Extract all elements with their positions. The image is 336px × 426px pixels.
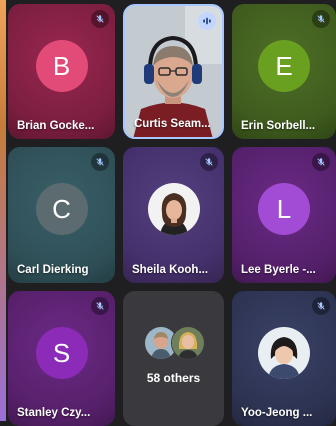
audio-level-icon: [198, 12, 216, 30]
participant-name: Erin Sorbell...: [241, 120, 316, 132]
participant-name: Carl Dierking: [17, 264, 89, 276]
others-avatar-stack: [143, 326, 205, 360]
window-edge-accent: [0, 0, 6, 421]
participant-name: Sheila Kooh...: [132, 264, 209, 276]
avatar-photo: [258, 327, 310, 379]
avatar: S: [35, 327, 88, 379]
avatar: C: [35, 183, 88, 235]
mic-off-icon: [312, 297, 330, 315]
participant-tile-erin[interactable]: E Erin Sorbell...: [232, 4, 336, 139]
avatar-photo: [170, 326, 205, 360]
avatar: L: [258, 183, 310, 235]
mic-off-icon: [312, 10, 330, 28]
avatar-photo: [147, 183, 200, 235]
avatar-initial: E: [275, 50, 293, 81]
participant-grid: B Brian Gocke... Curtis Seam... E Erin S…: [8, 4, 336, 426]
participant-name: Yoo-Jeong ...: [241, 407, 313, 419]
participant-tile-curtis[interactable]: Curtis Seam...: [123, 4, 224, 139]
mic-off-icon: [91, 153, 109, 171]
participant-tile-carl[interactable]: C Carl Dierking: [8, 147, 115, 283]
mic-off-icon: [312, 153, 330, 171]
avatar-initial: L: [276, 193, 292, 224]
participant-tile-stanley[interactable]: S Stanley Czy...: [8, 291, 115, 426]
avatar: E: [258, 40, 310, 92]
mic-off-icon: [91, 297, 109, 315]
avatar-initial: C: [52, 193, 71, 224]
avatar: B: [35, 40, 88, 92]
participant-name: Brian Gocke...: [17, 120, 95, 132]
participant-tile-brian[interactable]: B Brian Gocke...: [8, 4, 115, 139]
participant-tile-lee[interactable]: L Lee Byerle -...: [232, 147, 336, 283]
others-count-label: 58 others: [146, 371, 201, 385]
participant-tile-yoo-jeong[interactable]: Yoo-Jeong ...: [232, 291, 336, 426]
avatar-initial: B: [52, 50, 71, 81]
mic-off-icon: [200, 153, 218, 171]
participant-name: Stanley Czy...: [17, 407, 91, 419]
participant-name: Curtis Seam...: [134, 118, 211, 130]
participant-tile-sheila[interactable]: Sheila Kooh...: [123, 147, 224, 283]
others-tile[interactable]: 58 others: [123, 291, 224, 426]
mic-off-icon: [91, 10, 109, 28]
participant-name: Lee Byerle -...: [241, 264, 316, 276]
avatar-initial: S: [52, 337, 71, 368]
